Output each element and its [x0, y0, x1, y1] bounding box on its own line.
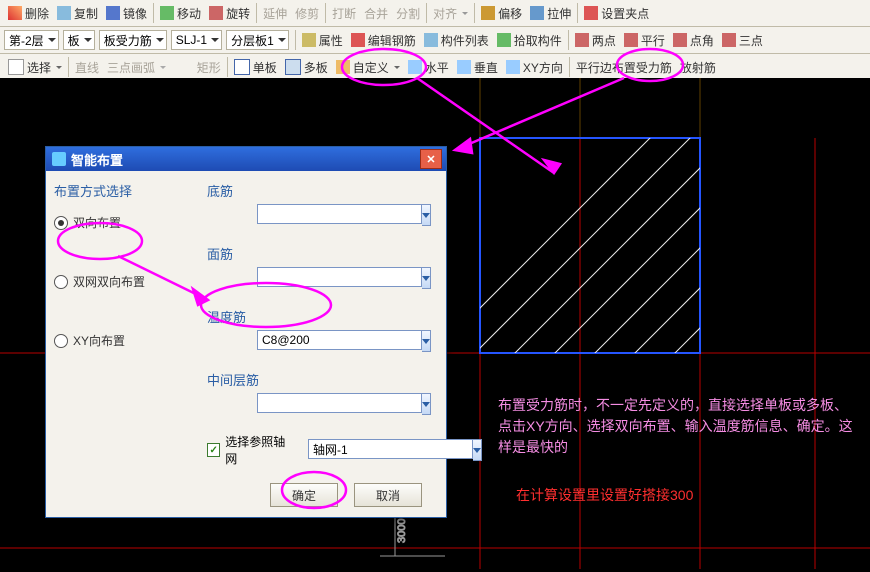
radio-doublenet[interactable]: 双网双向布置: [54, 273, 199, 290]
dialog-icon: [52, 152, 66, 166]
btn-pick[interactable]: 拾取构件: [493, 29, 566, 51]
combo-mid[interactable]: [257, 393, 427, 415]
radio-dot-icon: [54, 334, 68, 348]
annotation-text-1: 布置受力筋时，不一定先定义的，直接选择单板或多板、点击XY方向、选择双向布置、输…: [498, 395, 858, 458]
btn-editrebar[interactable]: 编辑钢筋: [347, 29, 420, 51]
btn-threept[interactable]: 三点: [718, 29, 767, 51]
btn-rect: 矩形: [193, 56, 225, 78]
dd-layer[interactable]: 第-2层: [4, 30, 59, 50]
btn-delete[interactable]: 删除: [4, 2, 53, 24]
btn-split: 分割: [392, 2, 424, 24]
chevron-down-icon[interactable]: [422, 204, 431, 226]
btn-single[interactable]: 单板: [230, 56, 281, 78]
toolbar-draw: 选择 直线 三点画弧 矩形 单板 多板 自定义 水平 垂直 XY方向 平行边布置…: [0, 54, 870, 81]
label-axisnet: 选择参照轴网: [225, 433, 293, 467]
toolbar-edit: 删除 复制 镜像 移动 旋转 延伸 修剪 打断 合并 分割 对齐 偏移 拉伸 设…: [0, 0, 870, 27]
cancel-button[interactable]: 取消: [354, 483, 422, 507]
btn-vert[interactable]: 垂直: [453, 56, 502, 78]
btn-rotate[interactable]: 旋转: [205, 2, 254, 24]
btn-prop[interactable]: 属性: [298, 29, 347, 51]
input-axisnet[interactable]: [308, 439, 473, 459]
combo-bottom[interactable]: [257, 204, 427, 226]
btn-custom[interactable]: 自定义: [332, 56, 404, 78]
btn-twopt[interactable]: 两点: [571, 29, 620, 51]
radio-xy[interactable]: XY向布置: [54, 332, 199, 349]
close-icon[interactable]: ✕: [420, 149, 442, 169]
combo-temp[interactable]: [257, 330, 427, 352]
dim-text: 3000: [396, 519, 408, 543]
btn-xydir[interactable]: XY方向: [502, 56, 567, 78]
annotation-text-2: 在计算设置里设置好搭接300: [516, 485, 693, 506]
combo-axisnet[interactable]: [308, 439, 428, 461]
input-top[interactable]: [257, 267, 422, 287]
btn-copy[interactable]: 复制: [53, 2, 102, 24]
btn-angle[interactable]: 点角: [669, 29, 718, 51]
btn-pt1: [170, 56, 181, 78]
chevron-down-icon[interactable]: [422, 267, 431, 289]
dd-rebar[interactable]: 板受力筋: [99, 30, 167, 50]
btn-select[interactable]: 选择: [4, 56, 66, 78]
chevron-down-icon[interactable]: [422, 330, 431, 352]
group-label: 布置方式选择: [54, 181, 199, 200]
btn-radial[interactable]: 放射筋: [676, 56, 720, 78]
btn-trim: 修剪: [291, 2, 323, 24]
radio-bidir[interactable]: 双向布置: [54, 214, 199, 231]
radio-dot-icon: [54, 216, 68, 230]
dialog-title: 智能布置: [71, 150, 123, 169]
combo-top[interactable]: [257, 267, 427, 289]
btn-pt2: [181, 56, 192, 78]
btn-extend: 延伸: [259, 2, 291, 24]
btn-members[interactable]: 构件列表: [420, 29, 493, 51]
dd-layerboard[interactable]: 分层板1: [226, 30, 289, 50]
btn-stretch[interactable]: 拉伸: [526, 2, 575, 24]
btn-line: 直线: [71, 56, 103, 78]
dd-board[interactable]: 板: [63, 30, 95, 50]
btn-merge: 合并: [360, 2, 392, 24]
btn-horiz[interactable]: 水平: [404, 56, 453, 78]
chevron-down-icon[interactable]: [473, 439, 482, 461]
btn-offset[interactable]: 偏移: [477, 2, 526, 24]
label-mid: 中间层筋: [207, 370, 428, 389]
btn-align: 对齐: [429, 2, 472, 24]
input-temp[interactable]: [257, 330, 422, 350]
input-bottom[interactable]: [257, 204, 422, 224]
dialog-titlebar[interactable]: 智能布置 ✕: [46, 147, 446, 171]
btn-grip[interactable]: 设置夹点: [580, 2, 653, 24]
btn-move[interactable]: 移动: [156, 2, 205, 24]
chevron-down-icon[interactable]: [422, 393, 431, 415]
checkbox-axisnet[interactable]: ✓: [207, 443, 220, 457]
btn-multi[interactable]: 多板: [281, 56, 332, 78]
radio-dot-icon: [54, 275, 68, 289]
toolbar-layers: 第-2层 板 板受力筋 SLJ-1 分层板1 属性 编辑钢筋 构件列表 拾取构件…: [0, 27, 870, 54]
ok-button[interactable]: 确定: [270, 483, 338, 507]
dialog-smart-layout: 智能布置 ✕ 布置方式选择 双向布置 双网双向布置 XY向布置 底筋 面筋 温度…: [45, 146, 447, 518]
btn-parallel[interactable]: 平行: [620, 29, 669, 51]
btn-break: 打断: [328, 2, 360, 24]
input-mid[interactable]: [257, 393, 422, 413]
btn-mirror[interactable]: 镜像: [102, 2, 151, 24]
label-top: 面筋: [207, 244, 428, 263]
dd-slj[interactable]: SLJ-1: [171, 30, 222, 50]
label-temp: 温度筋: [207, 307, 428, 326]
btn-arc: 三点画弧: [103, 56, 170, 78]
btn-paraedge[interactable]: 平行边布置受力筋: [572, 56, 676, 78]
label-bottom: 底筋: [207, 181, 428, 200]
